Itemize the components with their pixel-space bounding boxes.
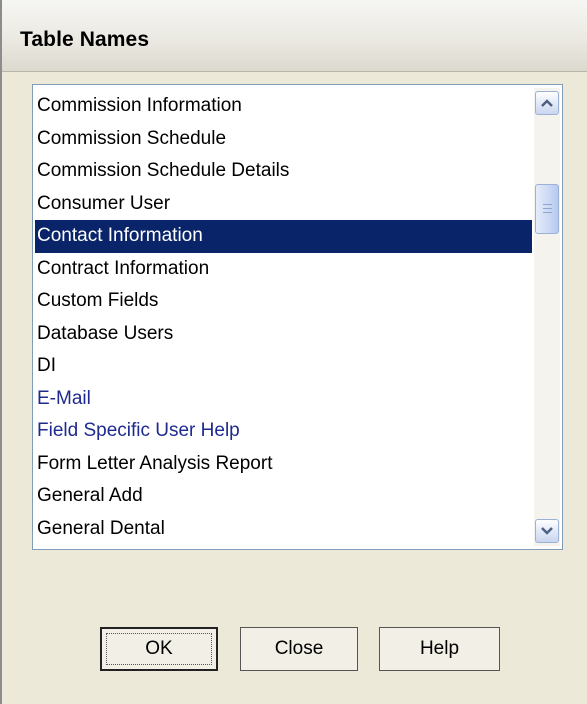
- list-item[interactable]: Consumer User: [35, 188, 532, 221]
- dialog-content: Commission Information Commission Schedul…: [2, 72, 587, 704]
- list-item[interactable]: Form Letter Analysis Report: [35, 448, 532, 481]
- chevron-up-icon: [541, 99, 553, 107]
- table-names-listbox[interactable]: Commission Information Commission Schedul…: [32, 84, 563, 550]
- list-item[interactable]: DI: [35, 350, 532, 383]
- scroll-thumb[interactable]: [535, 184, 559, 234]
- list-item[interactable]: General Add: [35, 480, 532, 513]
- ok-button[interactable]: OK: [100, 627, 218, 671]
- help-button-label: Help: [419, 638, 460, 659]
- table-names-list: Commission Information Commission Schedul…: [35, 90, 532, 545]
- list-item[interactable]: Contract Information: [35, 253, 532, 286]
- chevron-down-icon: [541, 527, 553, 535]
- title-bar: Table Names: [2, 0, 587, 72]
- list-item[interactable]: Commission Information: [35, 90, 532, 123]
- focus-ring: [106, 633, 212, 665]
- scroll-up-button[interactable]: [535, 91, 559, 115]
- list-item[interactable]: E-Mail: [35, 383, 532, 416]
- list-item[interactable]: Custom Fields: [35, 285, 532, 318]
- close-button[interactable]: Close: [240, 627, 358, 671]
- list-item[interactable]: General Dental: [35, 513, 532, 546]
- list-item[interactable]: Commission Schedule: [35, 123, 532, 156]
- dialog-title: Table Names: [20, 28, 150, 51]
- scroll-down-button[interactable]: [535, 519, 559, 543]
- vertical-scrollbar[interactable]: [534, 88, 560, 546]
- grip-icon: [543, 212, 552, 213]
- list-item[interactable]: Database Users: [35, 318, 532, 351]
- table-names-dialog: Table Names Commission Information Commis…: [0, 0, 587, 704]
- list-item[interactable]: Contact Information: [35, 220, 532, 253]
- list-item[interactable]: Field Specific User Help: [35, 415, 532, 448]
- grip-icon: [543, 208, 552, 209]
- close-button-label: Close: [274, 638, 324, 659]
- grip-icon: [543, 204, 552, 205]
- list-item[interactable]: Commission Schedule Details: [35, 155, 532, 188]
- help-button[interactable]: Help: [379, 627, 500, 671]
